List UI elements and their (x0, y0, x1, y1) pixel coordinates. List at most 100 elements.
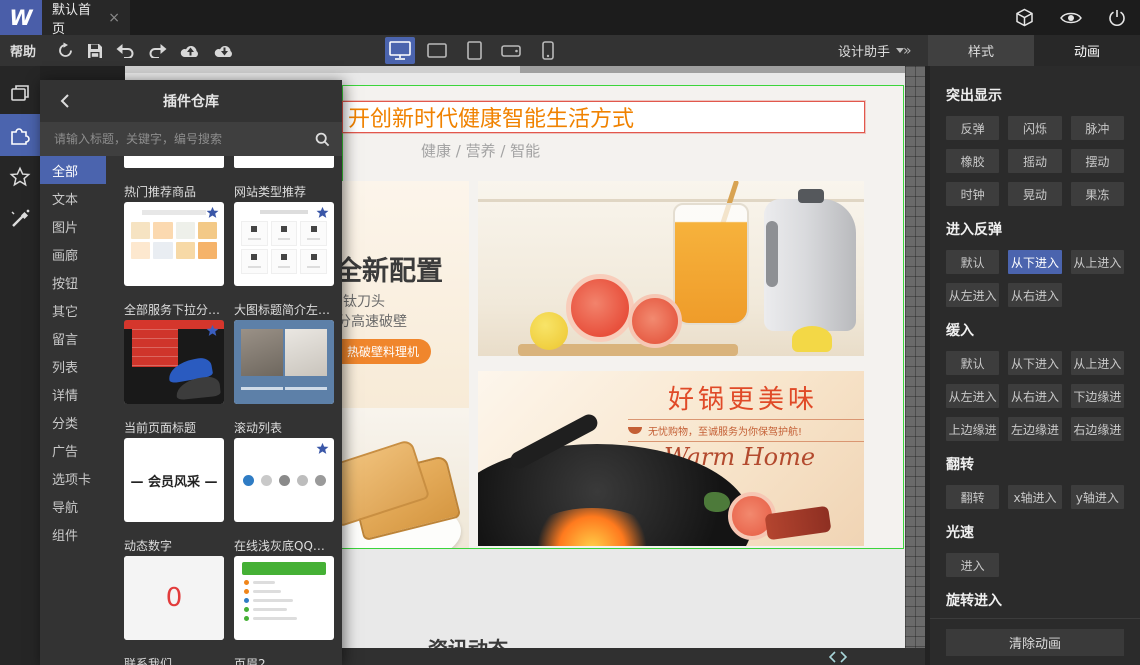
cloud-upload-icon[interactable] (180, 43, 201, 58)
category-all[interactable]: 全部 (40, 156, 106, 184)
collapse-panel-button[interactable]: » (903, 35, 912, 66)
anim-button-bounce[interactable]: 反弹 (946, 116, 1000, 140)
category-list[interactable]: 列表 (40, 352, 106, 380)
anim-button-enter-from-top[interactable]: 从上进入 (1070, 351, 1124, 375)
search-icon[interactable] (315, 132, 330, 147)
selected-section[interactable]: 开创新时代健康智能生活方式 健康 / 营养 / 智能 全新配置 钛刀头 分高速破… (341, 85, 904, 549)
plugin-card[interactable] (124, 156, 224, 168)
sidebar-item-favorites[interactable] (0, 156, 40, 198)
plugin-item[interactable]: 当前页面标题 — 会员风采 — (124, 418, 224, 522)
plugin-card[interactable] (234, 438, 334, 522)
phone-portrait-icon[interactable] (533, 37, 563, 64)
code-view-icon[interactable] (829, 650, 847, 663)
refresh-icon[interactable] (57, 42, 74, 59)
anim-button-left-edge[interactable]: 左边缘进 (1008, 417, 1062, 441)
category-tabs[interactable]: 选项卡 (40, 464, 106, 492)
desktop-icon[interactable] (385, 37, 415, 64)
category-other[interactable]: 其它 (40, 296, 106, 324)
plugin-card[interactable] (124, 320, 224, 404)
plugin-card[interactable]: 0 (124, 556, 224, 640)
category-image[interactable]: 图片 (40, 212, 106, 240)
category-button[interactable]: 按钮 (40, 268, 106, 296)
category-classify[interactable]: 分类 (40, 408, 106, 436)
wok-banner-image[interactable]: 好锅更美味 无忧购物，至诚服务为你保驾护航! Warm Home (478, 371, 864, 546)
anim-button-enter-from-left[interactable]: 从左进入 (946, 384, 1000, 408)
cloud-download-icon[interactable] (214, 43, 235, 58)
plugin-card[interactable] (234, 556, 334, 640)
category-text[interactable]: 文本 (40, 184, 106, 212)
anim-button-shake[interactable]: 摇动 (1008, 149, 1062, 173)
sidebar-item-wizard[interactable] (0, 198, 40, 240)
anim-button-enter-from-left[interactable]: 从左进入 (946, 283, 1000, 307)
plugin-card[interactable] (234, 320, 334, 404)
category-ads[interactable]: 广告 (40, 436, 106, 464)
anim-button-flip[interactable]: 翻转 (946, 485, 1000, 509)
vertical-ruler-strip[interactable] (905, 66, 925, 648)
plugin-item[interactable]: 滚动列表 (234, 418, 334, 522)
banner-image-blender[interactable]: 全新配置 钛刀头 分高速破壁 热破壁料理机 (341, 181, 469, 548)
scrollbar-thumb[interactable] (125, 66, 520, 73)
category-component[interactable]: 组件 (40, 520, 106, 548)
anim-button-y-axis[interactable]: y轴进入 (1070, 485, 1124, 509)
plugin-card[interactable] (234, 156, 334, 168)
plugin-item[interactable]: 在线浅灰底QQ客服 (234, 536, 334, 640)
anim-button-wobble[interactable]: 晃动 (1008, 182, 1062, 206)
horizontal-scrollbar[interactable] (125, 66, 905, 73)
anim-button-x-axis[interactable]: x轴进入 (1008, 485, 1062, 509)
plugin-item[interactable]: 页眉2 (234, 654, 334, 665)
plugin-item[interactable]: 大图标题简介左右切… (234, 300, 334, 404)
plugin-item[interactable]: 动态数字 0 (124, 536, 224, 640)
selected-title-element[interactable]: 开创新时代健康智能生活方式 (342, 101, 865, 133)
sidebar-item-plugins[interactable] (0, 114, 40, 156)
anim-button-right-edge[interactable]: 右边缘进 (1070, 417, 1124, 441)
plugin-card[interactable] (124, 202, 224, 286)
anim-button-enter-from-bottom[interactable]: 从下进入 (1008, 351, 1062, 375)
tab-animation[interactable]: 动画 (1034, 35, 1140, 66)
plugin-item[interactable]: 网站类型推荐 (234, 182, 334, 286)
anim-button-swing[interactable]: 摆动 (1070, 149, 1124, 173)
save-icon[interactable] (87, 43, 103, 59)
tablet-landscape-icon[interactable] (422, 37, 452, 64)
anim-button-flash[interactable]: 闪烁 (1008, 116, 1062, 140)
help-button[interactable]: 帮助 (10, 35, 36, 66)
tablet-portrait-icon[interactable] (459, 37, 489, 64)
anim-button-rubber[interactable]: 橡胶 (946, 149, 1000, 173)
anim-button-jelly[interactable]: 果冻 (1070, 182, 1124, 206)
anim-button-enter-from-right[interactable]: 从右进入 (1008, 283, 1062, 307)
anim-button-default[interactable]: 默认 (946, 250, 1000, 274)
anim-button-pulse[interactable]: 脉冲 (1070, 116, 1124, 140)
plugin-card[interactable] (234, 202, 334, 286)
redo-icon[interactable] (148, 43, 167, 58)
category-nav[interactable]: 导航 (40, 492, 106, 520)
back-chevron-icon[interactable] (60, 93, 70, 109)
category-detail[interactable]: 详情 (40, 380, 106, 408)
power-icon[interactable] (1108, 9, 1126, 27)
cube-icon[interactable] (1015, 8, 1034, 27)
phone-landscape-icon[interactable] (496, 37, 526, 64)
category-message[interactable]: 留言 (40, 324, 106, 352)
app-logo[interactable]: W (0, 0, 42, 35)
undo-icon[interactable] (116, 43, 135, 58)
anim-button-enter-from-bottom[interactable]: 从下进入 (1008, 250, 1062, 274)
eye-icon[interactable] (1060, 11, 1082, 25)
anim-button-bottom-edge[interactable]: 下边缘进 (1070, 384, 1124, 408)
anim-button-clock[interactable]: 时钟 (946, 182, 1000, 206)
anim-button-default[interactable]: 默认 (946, 351, 1000, 375)
tab-close-icon[interactable]: × (108, 11, 120, 25)
page-tab[interactable]: 默认首页 × (42, 0, 130, 37)
category-gallery[interactable]: 画廊 (40, 240, 106, 268)
search-input[interactable] (52, 131, 307, 147)
design-assistant-dropdown[interactable]: 设计助手 (838, 35, 905, 66)
anim-button-lightspeed-enter[interactable]: 进入 (946, 553, 1000, 577)
clear-animation-button[interactable]: 清除动画 (946, 628, 1124, 656)
plugin-item[interactable]: 全部服务下拉分类带… (124, 300, 224, 404)
anim-button-enter-from-top[interactable]: 从上进入 (1070, 250, 1124, 274)
plugin-card[interactable]: — 会员风采 — (124, 438, 224, 522)
kettle-juice-image[interactable] (478, 181, 864, 356)
plugin-item[interactable]: 联系我们 (124, 654, 224, 665)
plugin-item[interactable]: 热门推荐商品 (124, 182, 224, 286)
anim-button-top-edge[interactable]: 上边缘进 (946, 417, 1000, 441)
sidebar-item-pages[interactable] (0, 72, 40, 114)
tab-style[interactable]: 样式 (928, 35, 1034, 66)
anim-button-enter-from-right[interactable]: 从右进入 (1008, 384, 1062, 408)
